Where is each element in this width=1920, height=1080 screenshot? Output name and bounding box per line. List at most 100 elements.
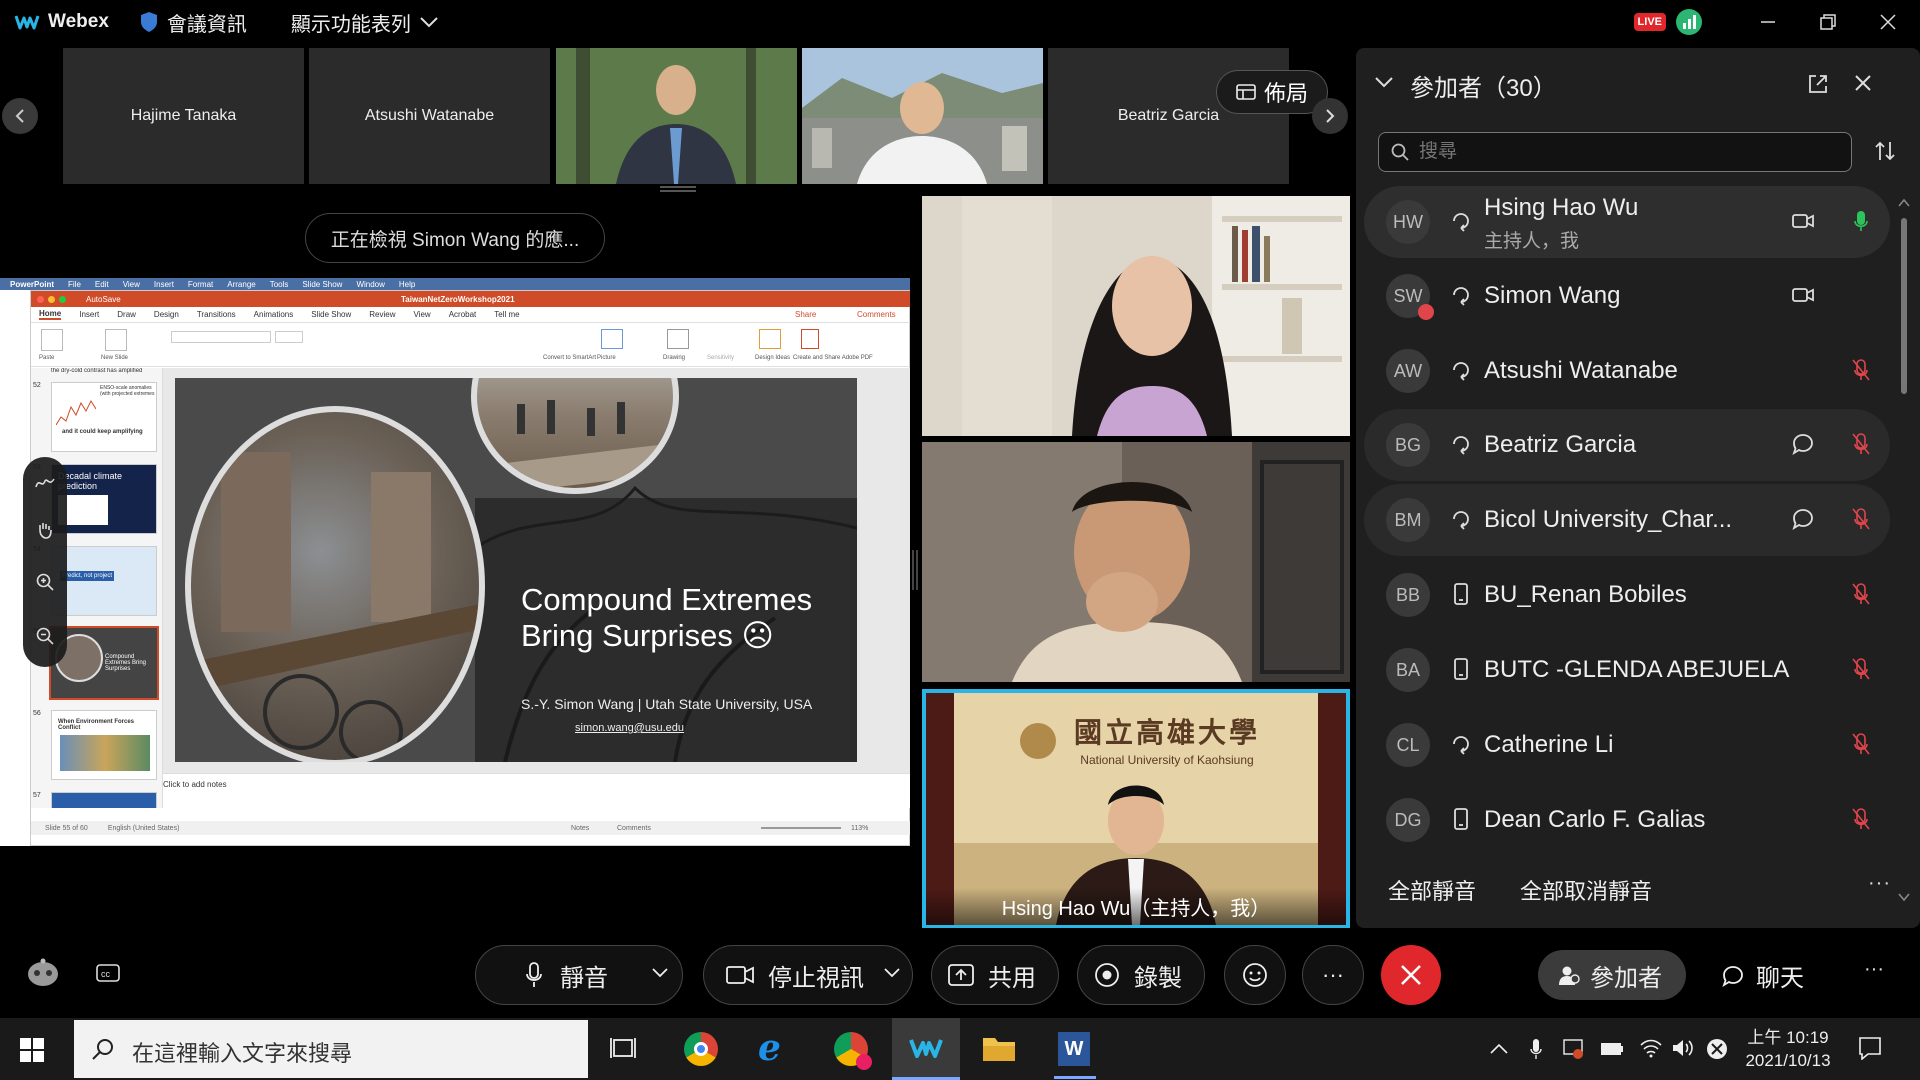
- video-tile[interactable]: [922, 442, 1350, 682]
- restore-icon[interactable]: [1820, 14, 1836, 30]
- participant-row[interactable]: DG Dean Carlo F. Galias: [1364, 784, 1890, 856]
- chat-icon[interactable]: [1792, 433, 1814, 455]
- ribbon-tab[interactable]: Insert: [79, 310, 99, 319]
- scroll-thumb[interactable]: [1901, 218, 1907, 394]
- minimize-icon[interactable]: [1760, 14, 1776, 30]
- chevron-down-icon[interactable]: [884, 968, 900, 978]
- windows-start-icon[interactable]: [20, 1038, 44, 1062]
- ribbon-tab[interactable]: Tell me: [494, 310, 519, 319]
- record-button[interactable]: 錄製: [1077, 945, 1205, 1005]
- popout-icon[interactable]: [1808, 74, 1828, 94]
- participant-row[interactable]: SW Simon Wang: [1364, 260, 1890, 332]
- video-tile[interactable]: [922, 196, 1350, 436]
- taskbar-search-box[interactable]: 在這裡輸入文字來搜尋: [74, 1020, 588, 1078]
- hand-icon[interactable]: [36, 521, 54, 539]
- ppt-menu-item[interactable]: Edit: [95, 280, 109, 289]
- meeting-info-button[interactable]: 會議資訊: [139, 8, 247, 37]
- current-slide[interactable]: Compound Extremes Bring Surprises ☹ S.-Y…: [175, 378, 857, 762]
- reactions-button[interactable]: [1224, 945, 1286, 1005]
- thumb-participant[interactable]: Atsushi Watanabe: [309, 48, 550, 184]
- video-camera-icon[interactable]: [1792, 212, 1814, 230]
- chrome-icon[interactable]: [684, 1032, 718, 1066]
- ppt-menu-item[interactable]: Arrange: [227, 280, 255, 289]
- word-icon[interactable]: W: [1058, 1032, 1090, 1066]
- traffic-lights[interactable]: [37, 295, 66, 303]
- task-view-icon[interactable]: [610, 1036, 636, 1060]
- mute-all-button[interactable]: 全部靜音: [1388, 874, 1476, 906]
- chat-toggle-button[interactable]: 聊天: [1722, 958, 1804, 993]
- ribbon-tab[interactable]: Design: [154, 310, 179, 319]
- microphone-muted-icon[interactable]: [1852, 508, 1870, 530]
- font-name-box[interactable]: [171, 331, 271, 343]
- edge-legacy-icon[interactable]: e: [758, 1030, 781, 1066]
- video-tile-active-speaker[interactable]: 國立高雄大學 National University of Kaohsiung …: [922, 689, 1350, 929]
- mute-button[interactable]: 靜音: [475, 945, 683, 1005]
- participant-row[interactable]: CL Catherine Li: [1364, 709, 1890, 781]
- sensitivity-tool[interactable]: Sensitivity: [707, 355, 734, 361]
- tray-battery-icon[interactable]: [1600, 1042, 1624, 1056]
- slide-thumbnail[interactable]: and it could keep amplifying ENSO-scale …: [51, 382, 157, 452]
- clock[interactable]: 上午 10:19 2021/10/13: [1740, 1026, 1836, 1072]
- end-meeting-button[interactable]: [1381, 945, 1441, 1005]
- design-ideas-tool[interactable]: Design Ideas: [755, 355, 790, 361]
- ribbon-tab[interactable]: Review: [369, 310, 395, 319]
- sort-icon[interactable]: [1874, 140, 1896, 162]
- notification-center-icon[interactable]: [1858, 1036, 1882, 1060]
- participant-row[interactable]: BG Beatriz Garcia: [1364, 409, 1890, 481]
- comments-toggle[interactable]: Comments: [617, 825, 651, 832]
- close-panel-icon[interactable]: [1854, 74, 1872, 92]
- microphone-active-icon[interactable]: [1854, 210, 1868, 232]
- microphone-muted-icon[interactable]: [1852, 733, 1870, 755]
- zoom-in-icon[interactable]: [36, 573, 54, 591]
- more-options-icon[interactable]: ···: [1864, 958, 1884, 981]
- new-slide-tool[interactable]: New Slide: [101, 355, 128, 361]
- autosave-label[interactable]: AutoSave: [86, 295, 121, 304]
- ribbon-tab[interactable]: Transitions: [197, 310, 236, 319]
- ribbon-tab[interactable]: Animations: [254, 310, 294, 319]
- more-button[interactable]: ···: [1302, 945, 1364, 1005]
- ppt-menu-item[interactable]: View: [123, 280, 140, 289]
- thumb-participant[interactable]: Hajime Tanaka: [63, 48, 304, 184]
- participants-toggle-button[interactable]: 參加者: [1538, 950, 1686, 1000]
- tray-wifi-icon[interactable]: [1640, 1038, 1662, 1058]
- webex-taskbar-icon[interactable]: [892, 1018, 960, 1080]
- tray-network-activity-icon[interactable]: [1562, 1038, 1584, 1060]
- tray-microphone-icon[interactable]: [1530, 1038, 1542, 1060]
- tray-chevron-up-icon[interactable]: [1490, 1044, 1508, 1054]
- close-icon[interactable]: [1880, 14, 1896, 30]
- thumb-video-participant[interactable]: [802, 48, 1043, 184]
- ppt-menu-item[interactable]: Format: [188, 280, 213, 289]
- resize-handle[interactable]: [660, 186, 696, 192]
- ribbon-tab[interactable]: View: [414, 310, 431, 319]
- pen-icon[interactable]: [35, 475, 55, 491]
- participant-row[interactable]: AW Atsushi Watanabe: [1364, 335, 1890, 407]
- drawing-tool[interactable]: Drawing: [663, 355, 685, 361]
- ppt-menu-item[interactable]: Window: [356, 280, 384, 289]
- ribbon-tab[interactable]: Acrobat: [449, 310, 477, 319]
- microphone-muted-icon[interactable]: [1852, 583, 1870, 605]
- adobe-pdf-tool[interactable]: Create and Share Adobe PDF: [793, 355, 873, 361]
- microphone-muted-icon[interactable]: [1852, 658, 1870, 680]
- tray-volume-icon[interactable]: [1672, 1038, 1694, 1058]
- chrome-profile-icon[interactable]: [834, 1032, 872, 1070]
- filmstrip-prev-button[interactable]: [2, 98, 38, 134]
- unmute-all-button[interactable]: 全部取消靜音: [1520, 874, 1652, 906]
- assistant-icon[interactable]: [26, 958, 60, 988]
- notes-placeholder[interactable]: Click to add notes: [163, 773, 910, 808]
- ribbon-tab-home[interactable]: Home: [39, 309, 62, 320]
- more-options-icon[interactable]: ···: [1868, 872, 1891, 895]
- slide-thumbnail[interactable]: [51, 792, 157, 808]
- smartart-tool[interactable]: Convert to SmartArt: [543, 355, 596, 361]
- zoom-out-icon[interactable]: [36, 627, 54, 645]
- video-camera-icon[interactable]: [1792, 286, 1814, 304]
- scroll-up-icon[interactable]: [1898, 198, 1910, 208]
- thumb-participant[interactable]: Beatriz Garcia: [1048, 48, 1289, 184]
- file-explorer-icon[interactable]: [982, 1034, 1016, 1062]
- ppt-menu-item[interactable]: Slide Show: [302, 280, 342, 289]
- microphone-muted-icon[interactable]: [1852, 359, 1870, 381]
- ppt-share-button[interactable]: Share: [795, 310, 816, 319]
- tray-blocked-icon[interactable]: [1706, 1038, 1728, 1060]
- view-menu-button[interactable]: 顯示功能表列: [291, 8, 439, 37]
- slide-thumbnail[interactable]: When Environment Forces Conflict: [51, 710, 157, 780]
- ppt-comments-button[interactable]: Comments: [857, 310, 896, 319]
